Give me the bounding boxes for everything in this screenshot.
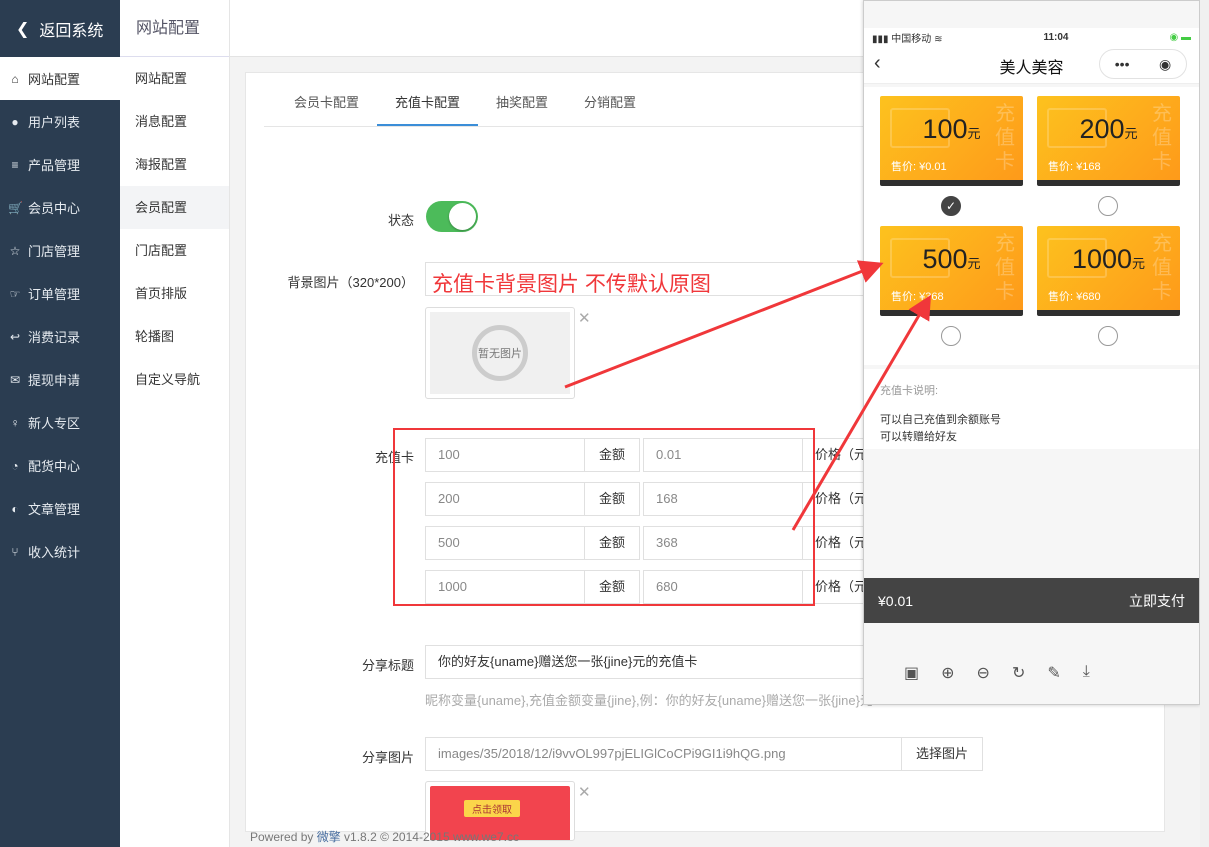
scrollbar[interactable] <box>1200 0 1209 847</box>
arrow-to-card-bg <box>564 260 884 389</box>
arrow-to-price <box>791 294 932 531</box>
annotation-arrows <box>564 260 932 531</box>
